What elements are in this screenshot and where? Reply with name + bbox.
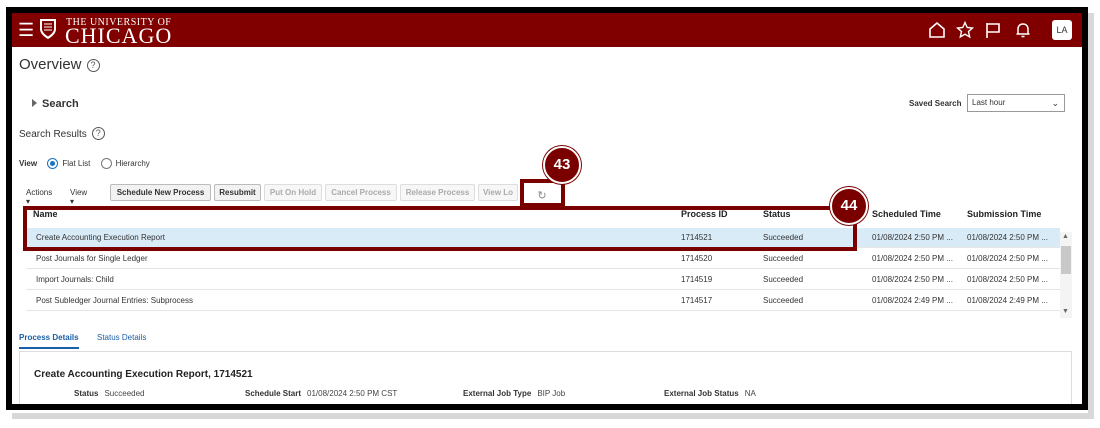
external-job-type-field: External Job Type BIP Job — [463, 389, 565, 398]
view-mode-label: View — [19, 159, 38, 168]
scroll-up-icon[interactable]: ▲ — [1062, 233, 1069, 240]
release-process-button[interactable]: Release Process — [400, 184, 475, 201]
schedule-start-field: Schedule Start 01/08/2024 2:50 PM CST — [245, 389, 397, 398]
chevron-down-icon: ⌄ — [1051, 98, 1059, 108]
view-log-button[interactable]: View Lo — [478, 184, 518, 201]
table-row[interactable]: Import Journals: Child 1714519 Succeeded… — [26, 270, 1060, 290]
help-icon[interactable]: ? — [91, 127, 105, 140]
search-toggle[interactable]: Search — [32, 98, 79, 110]
page-title: Overview? — [19, 56, 100, 73]
field-label: External Job Status — [664, 389, 739, 398]
cell-submission-time: 01/08/2024 2:49 PM ... — [967, 296, 1048, 305]
university-shield-icon — [40, 19, 56, 39]
column-header-scheduled-time[interactable]: Scheduled Time — [872, 209, 941, 219]
cancel-process-button[interactable]: Cancel Process — [325, 184, 397, 201]
field-label: Schedule Start — [245, 389, 302, 398]
table-row[interactable]: Post Journals for Single Ledger 1714520 … — [26, 249, 1060, 269]
cell-process-id: 1714517 — [681, 296, 713, 305]
actions-menu-label: Actions — [26, 188, 53, 197]
user-avatar[interactable]: LA — [1052, 20, 1072, 40]
cell-status: Succeeded — [763, 296, 804, 305]
search-results-heading: Search Results? — [19, 127, 105, 140]
university-line-2: CHICAGO — [65, 23, 173, 48]
status-field: Status Succeeded — [74, 389, 144, 398]
step-43-badge: 43 — [543, 146, 581, 184]
help-icon[interactable]: ? — [86, 59, 100, 72]
external-job-status-field: External Job Status NA — [664, 389, 756, 398]
cell-name: Import Journals: Child — [36, 275, 114, 284]
view-mode-selector: View Flat List Hierarchy — [19, 158, 150, 169]
cell-status: Succeeded — [763, 254, 804, 263]
menu-icon[interactable]: ☰ — [18, 21, 34, 39]
put-on-hold-button[interactable]: Put On Hold — [264, 184, 322, 201]
bell-icon[interactable] — [1014, 21, 1032, 39]
saved-search-label: Saved Search — [909, 99, 962, 108]
cell-scheduled-time: 01/08/2024 2:50 PM ... — [872, 233, 953, 242]
column-header-submission-time[interactable]: Submission Time — [967, 209, 1041, 219]
saved-search-value: Last hour — [972, 98, 1006, 107]
table-row[interactable]: Post Subledger Journal Entries: Subproce… — [26, 291, 1060, 311]
cell-name: Post Journals for Single Ledger — [36, 254, 148, 263]
cell-name: Post Subledger Journal Entries: Subproce… — [36, 296, 193, 305]
flat-list-label: Flat List — [62, 159, 91, 168]
field-value: Succeeded — [104, 389, 145, 398]
scroll-down-icon[interactable]: ▼ — [1062, 308, 1069, 315]
table-scrollbar[interactable]: ▲ ▼ — [1060, 232, 1072, 318]
cell-process-id: 1714519 — [681, 275, 713, 284]
saved-search-select[interactable]: Last hour ⌄ — [967, 94, 1065, 112]
screenshot-frame: ☰ THE UNIVERSITY OF CHICAGO LA Overview?… — [6, 7, 1088, 410]
view-menu[interactable]: View ▾ — [70, 188, 87, 206]
cell-submission-time: 01/08/2024 2:50 PM ... — [967, 254, 1048, 263]
field-label: Status — [74, 389, 99, 398]
field-label: External Job Type — [463, 389, 532, 398]
home-icon[interactable] — [928, 21, 946, 39]
row-highlight-box — [23, 206, 857, 251]
cell-scheduled-time: 01/08/2024 2:49 PM ... — [872, 296, 953, 305]
search-results-label: Search Results — [19, 129, 87, 140]
process-details-title: Create Accounting Execution Report, 1714… — [34, 369, 253, 380]
cell-process-id: 1714520 — [681, 254, 713, 263]
cell-status: Succeeded — [763, 275, 804, 284]
star-icon[interactable] — [956, 21, 974, 39]
tab-process-details[interactable]: Process Details — [19, 333, 79, 349]
resubmit-button[interactable]: Resubmit — [214, 184, 261, 201]
view-menu-label: View — [70, 188, 88, 197]
hierarchy-radio[interactable] — [100, 158, 112, 169]
field-value: BIP Job — [537, 389, 566, 398]
hierarchy-label: Hierarchy — [115, 159, 150, 168]
expand-triangle-icon — [32, 99, 37, 107]
step-44-badge: 44 — [830, 187, 868, 225]
tab-status-details[interactable]: Status Details — [97, 333, 146, 342]
flag-icon[interactable] — [984, 21, 1002, 39]
process-details-panel: Create Accounting Execution Report, 1714… — [19, 351, 1072, 404]
cell-submission-time: 01/08/2024 2:50 PM ... — [967, 233, 1048, 242]
cell-submission-time: 01/08/2024 2:50 PM ... — [967, 275, 1048, 284]
field-value: NA — [744, 389, 756, 398]
scroll-thumb[interactable] — [1061, 246, 1071, 274]
field-value: 01/08/2024 2:50 PM CST — [307, 389, 398, 398]
top-navigation-bar: ☰ THE UNIVERSITY OF CHICAGO LA — [12, 13, 1082, 47]
flat-list-radio[interactable] — [47, 158, 59, 169]
cell-scheduled-time: 01/08/2024 2:50 PM ... — [872, 254, 953, 263]
actions-menu[interactable]: Actions ▾ — [26, 188, 52, 206]
cell-scheduled-time: 01/08/2024 2:50 PM ... — [872, 275, 953, 284]
search-toggle-label: Search — [42, 98, 79, 110]
schedule-new-process-button[interactable]: Schedule New Process — [110, 184, 211, 201]
page-title-text: Overview — [19, 56, 82, 73]
